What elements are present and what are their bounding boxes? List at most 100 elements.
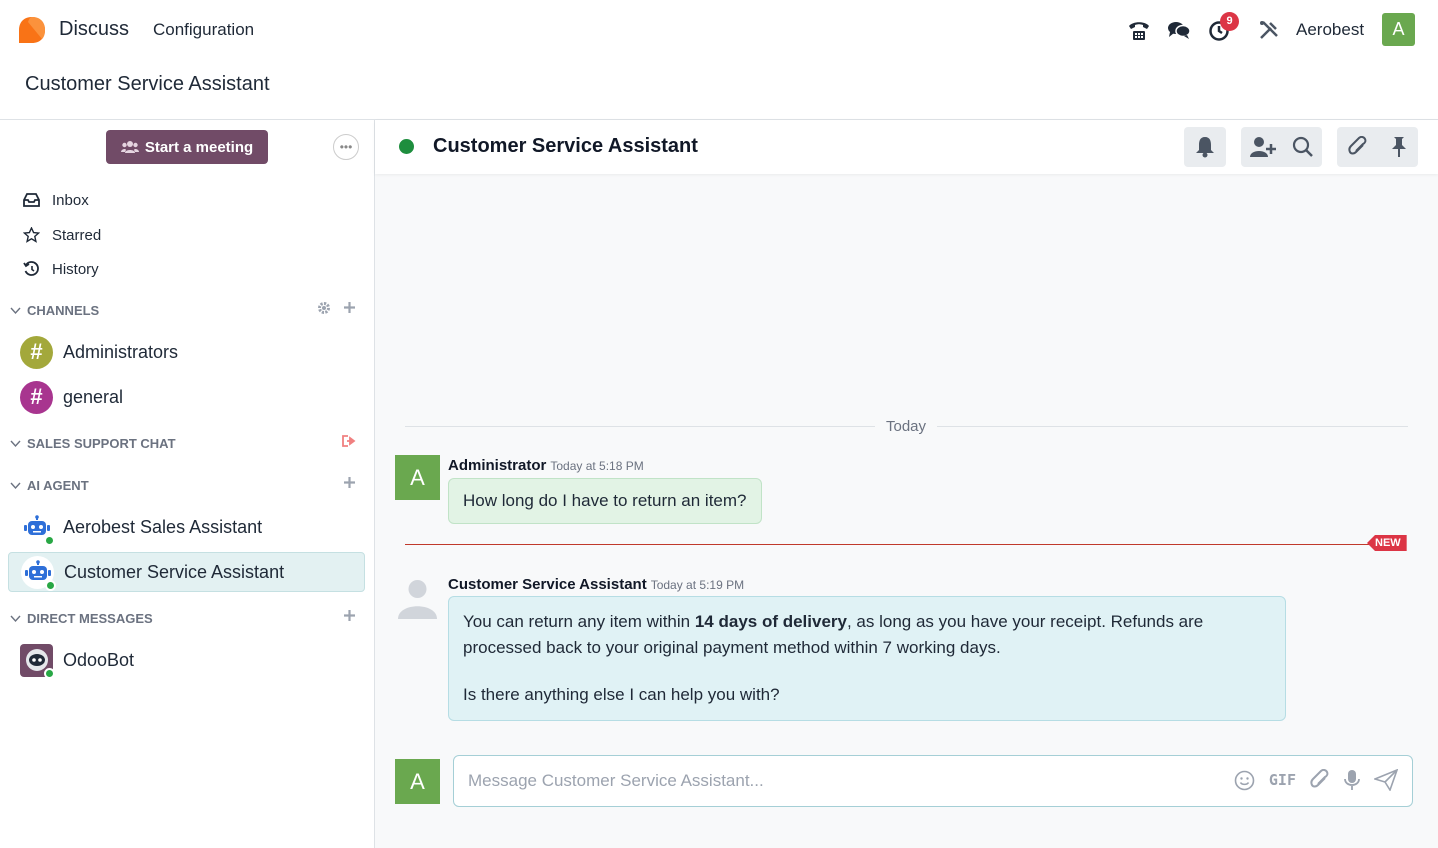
control-panel: Customer Service Assistant xyxy=(0,60,1438,120)
inbox-icon xyxy=(22,193,40,207)
message-text: How long do I have to return an item? xyxy=(463,491,747,510)
message-time: Today at 5:18 PM xyxy=(550,459,644,473)
attachment-icon[interactable] xyxy=(1310,769,1330,791)
sidebar-item-starred[interactable]: Starred xyxy=(22,223,101,247)
messages-icon[interactable] xyxy=(1164,14,1194,46)
bell-icon xyxy=(1196,137,1214,158)
phone-icon[interactable] xyxy=(1124,14,1154,46)
category-ai-agent[interactable]: AI AGENT xyxy=(10,475,89,495)
leave-icon[interactable] xyxy=(342,434,356,452)
pin-icon[interactable] xyxy=(1391,136,1407,158)
agent-customer-service-assistant[interactable]: Customer Service Assistant xyxy=(8,552,365,592)
new-badge: NEW xyxy=(1367,535,1407,551)
hash-icon: # xyxy=(20,335,53,369)
gif-button[interactable]: GIF xyxy=(1269,771,1296,789)
avatar[interactable]: A xyxy=(395,455,440,500)
discuss-sidebar: Start a meeting ••• Inbox Starred Histor… xyxy=(0,120,375,848)
microphone-icon[interactable] xyxy=(1344,769,1360,791)
category-label: AI AGENT xyxy=(27,477,89,493)
category-sales-support-chat[interactable]: SALES SUPPORT CHAT xyxy=(10,433,176,453)
thread-title[interactable]: Customer Service Assistant xyxy=(433,135,698,158)
menu-configuration[interactable]: Configuration xyxy=(153,20,254,40)
message-text-bold: 14 days of delivery xyxy=(694,612,847,631)
sidebar-item-history[interactable]: History xyxy=(22,257,99,281)
channel-label: OdooBot xyxy=(63,649,135,670)
user-avatar[interactable]: A xyxy=(1382,13,1415,46)
star-icon xyxy=(22,227,40,243)
thread-panel: Customer Service Assistant Today A Admin… xyxy=(375,120,1438,848)
sidebar-item-label: History xyxy=(52,260,99,278)
add-chat-icon[interactable] xyxy=(343,609,356,627)
hash-icon: # xyxy=(20,380,53,414)
agent-aerobest-sales-assistant[interactable]: Aerobest Sales Assistant xyxy=(8,507,365,547)
tools-icon[interactable] xyxy=(1254,14,1284,46)
message-author[interactable]: Administrator xyxy=(448,457,546,474)
message-paragraph: Is there anything else I can help you wi… xyxy=(463,685,780,704)
direct-messages-actions xyxy=(343,608,356,628)
avatar[interactable] xyxy=(395,574,440,619)
category-channels[interactable]: CHANNELS xyxy=(10,300,99,320)
paperclip-icon[interactable] xyxy=(1348,136,1368,158)
chevron-down-icon xyxy=(10,303,21,318)
composer-tools: GIF xyxy=(1234,769,1398,791)
start-meeting-label: Start a meeting xyxy=(144,138,254,156)
message-header: Administrator Today at 5:18 PM xyxy=(448,457,644,474)
header-actions-group xyxy=(1241,127,1322,167)
activity-clock-icon[interactable]: 9 xyxy=(1204,12,1239,46)
separator-line xyxy=(405,426,875,427)
odoobot-avatar xyxy=(20,643,55,679)
company-switcher[interactable]: Aerobest xyxy=(1296,20,1364,40)
online-status-dot xyxy=(399,139,414,154)
message-input[interactable]: Message Customer Service Assistant... xyxy=(468,771,764,791)
channel-label: Aerobest Sales Assistant xyxy=(63,516,263,537)
channel-administrators[interactable]: # Administrators xyxy=(8,332,365,372)
activity-badge: 9 xyxy=(1220,12,1239,31)
online-status-dot xyxy=(44,667,55,679)
notification-settings-button[interactable] xyxy=(1184,127,1226,167)
emoji-icon[interactable] xyxy=(1234,770,1255,791)
header-attachments-group xyxy=(1337,127,1418,167)
date-separator: Today xyxy=(886,418,927,435)
channel-label: Administrators xyxy=(63,341,179,362)
category-label: DIRECT MESSAGES xyxy=(27,610,153,626)
ai-agent-actions xyxy=(343,475,356,495)
sidebar-item-inbox[interactable]: Inbox xyxy=(22,188,89,212)
chevron-down-icon xyxy=(10,611,21,626)
app-name[interactable]: Discuss xyxy=(59,18,129,41)
sidebar-item-label: Inbox xyxy=(52,191,89,209)
history-icon xyxy=(22,261,40,277)
channel-label: Customer Service Assistant xyxy=(64,561,285,582)
category-direct-messages[interactable]: DIRECT MESSAGES xyxy=(10,608,153,628)
channel-general[interactable]: # general xyxy=(8,377,365,417)
chevron-down-icon xyxy=(10,436,21,451)
add-channel-icon[interactable] xyxy=(343,301,356,319)
channel-label: general xyxy=(63,386,124,407)
online-status-dot xyxy=(45,579,56,591)
send-icon[interactable] xyxy=(1374,769,1398,791)
search-icon[interactable] xyxy=(1292,136,1314,158)
add-agent-icon[interactable] xyxy=(343,476,356,494)
add-user-icon[interactable] xyxy=(1249,136,1277,158)
top-navbar: Discuss Configuration 9 Aerobest A xyxy=(0,0,1438,60)
message-author[interactable]: Customer Service Assistant xyxy=(448,576,647,593)
message-composer[interactable]: Message Customer Service Assistant... GI… xyxy=(453,755,1413,807)
category-label: CHANNELS xyxy=(27,302,100,318)
breadcrumb: Customer Service Assistant xyxy=(25,73,270,95)
gear-icon[interactable] xyxy=(317,301,331,320)
new-messages-line xyxy=(405,544,1375,545)
message-paragraph: You can return any item within 14 days o… xyxy=(463,609,1271,661)
more-options-button[interactable]: ••• xyxy=(333,134,359,160)
default-user-icon xyxy=(398,580,437,619)
discuss-logo-icon[interactable] xyxy=(18,16,46,44)
channels-actions xyxy=(317,300,356,320)
dm-odoobot[interactable]: OdooBot xyxy=(8,640,365,680)
chevron-down-icon xyxy=(10,478,21,493)
message-header: Customer Service Assistant Today at 5:19 … xyxy=(448,576,744,593)
robot-icon xyxy=(20,510,55,546)
users-icon xyxy=(120,141,139,153)
composer-avatar: A xyxy=(395,759,440,804)
sales-support-actions xyxy=(342,433,356,453)
sidebar-item-label: Starred xyxy=(52,226,102,244)
ellipsis-icon: ••• xyxy=(339,140,353,154)
start-meeting-button[interactable]: Start a meeting xyxy=(106,130,268,164)
